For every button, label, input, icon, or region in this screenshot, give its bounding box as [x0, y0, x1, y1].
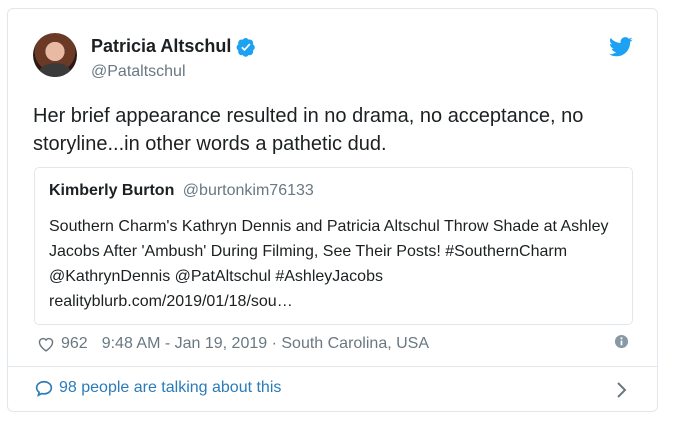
- tweet-meta: 962 9:48 AM - Jan 19, 2019 · South Carol…: [37, 332, 429, 356]
- author-name-row: Patricia Altschul: [91, 36, 256, 57]
- quoted-author-handle: @burtonkim76133: [182, 182, 314, 199]
- quoted-tweet[interactable]: Kimberly Burton @burtonkim76133 Southern…: [34, 167, 633, 325]
- conversation-link[interactable]: 98 people are talking about this: [35, 379, 281, 397]
- quoted-tweet-header: Kimberly Burton @burtonkim76133: [49, 182, 314, 200]
- author-name[interactable]: Patricia Altschul: [91, 36, 231, 57]
- speech-bubble-icon: [35, 380, 53, 397]
- like-count[interactable]: 962: [61, 335, 88, 353]
- tweet-card: Patricia Altschul @Pataltschul Her brief…: [7, 8, 658, 412]
- quoted-tweet-text: Southern Charm's Kathryn Dennis and Patr…: [49, 218, 609, 310]
- footer-divider: [8, 366, 657, 367]
- twitter-bird-icon[interactable]: [609, 37, 633, 57]
- heart-icon[interactable]: [37, 336, 55, 352]
- avatar[interactable]: [33, 33, 77, 77]
- talking-count[interactable]: 98 people are talking about this: [59, 379, 281, 397]
- verified-badge-icon: [236, 37, 256, 57]
- chevron-right-icon[interactable]: [616, 381, 628, 399]
- author-handle[interactable]: @Pataltschul: [91, 63, 186, 81]
- quoted-author-name: Kimberly Burton: [49, 182, 175, 199]
- tweet-text: Her brief appearance resulted in no dram…: [33, 105, 584, 155]
- tweet-timestamp-location[interactable]: 9:48 AM - Jan 19, 2019 · South Carolina,…: [102, 335, 429, 353]
- info-icon[interactable]: [614, 334, 629, 349]
